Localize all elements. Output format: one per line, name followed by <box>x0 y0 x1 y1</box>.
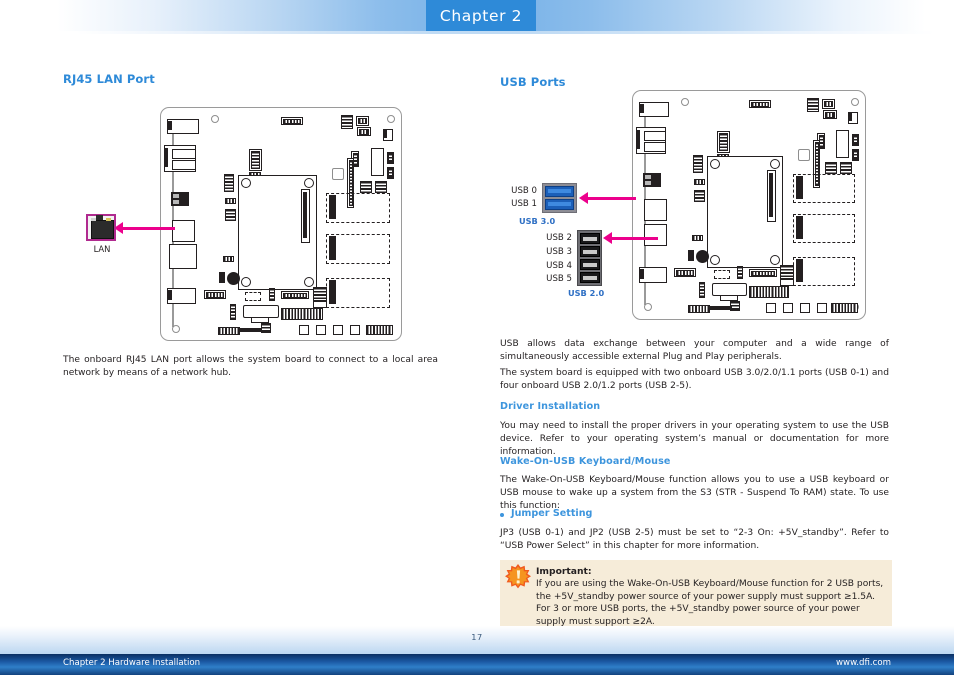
usb30-caption: USB 3.0 <box>519 216 556 226</box>
warning-starburst-icon <box>505 564 531 589</box>
usb1-label: USB 1 <box>511 199 537 209</box>
chapter-tab-label: Chapter 2 <box>439 6 523 25</box>
usb20-port-5 <box>579 271 600 283</box>
callout-arrow-usb20-line <box>612 237 658 240</box>
bullet-jumper-setting-label: Jumper Setting <box>511 508 593 519</box>
subheading-wake-on-usb: Wake-On-USB Keyboard/Mouse <box>500 456 671 467</box>
usb-paragraph-1: USB allows data exchange between your co… <box>500 339 889 362</box>
usb30-port-1 <box>545 199 574 210</box>
usb3-label: USB 3 <box>546 247 572 257</box>
usb5-label: USB 5 <box>546 274 572 284</box>
board-usb20-stack <box>644 199 667 221</box>
rj45-connector-label: LAN <box>93 244 111 254</box>
board-usb20-stack-2 <box>644 224 667 246</box>
bullet-dot-icon <box>500 513 504 517</box>
usb0-label: USB 0 <box>511 186 537 196</box>
rj45-connector-callout: LAN <box>86 214 118 254</box>
callout-arrow-lan-line <box>123 227 175 230</box>
motherboard-diagram-right <box>632 90 866 320</box>
usb20-port-4 <box>579 258 600 270</box>
rj45-description-paragraph: The onboard RJ45 LAN port allows the sys… <box>63 355 438 378</box>
subheading-driver-installation: Driver Installation <box>500 401 601 412</box>
left-column: RJ45 LAN Port <box>63 72 463 86</box>
important-callout-text: If you are using the Wake-On-USB Keyboar… <box>536 579 884 628</box>
driver-installation-paragraph: You may need to install the proper drive… <box>500 421 889 457</box>
section-heading-usb: USB Ports <box>500 75 566 89</box>
usb20-port-3 <box>579 245 600 257</box>
wake-on-usb-paragraph: The Wake-On-USB Keyboard/Mouse function … <box>500 475 889 511</box>
usb20-connector-icon <box>577 230 602 286</box>
callout-arrow-usb30-head <box>579 192 588 204</box>
jumper-setting-paragraph: JP3 (USB 0-1) and JP2 (USB 2-5) must be … <box>500 528 889 551</box>
usb20-port-2 <box>579 232 600 244</box>
usb20-caption: USB 2.0 <box>568 288 605 298</box>
usb2-label: USB 2 <box>546 233 572 243</box>
rj45-jack-cavity <box>91 220 114 239</box>
board-rj45-port <box>172 220 195 242</box>
callout-arrow-usb30-line <box>588 197 636 200</box>
rj45-jack-icon <box>86 214 116 241</box>
document-page: Chapter 2 RJ45 LAN Port LAN The onboard … <box>0 0 954 675</box>
footer-website-link[interactable]: www.dfi.com <box>836 658 891 668</box>
motherboard-diagram-left <box>160 107 402 341</box>
usb30-connector-icon <box>542 183 577 213</box>
footer-chapter-label: Chapter 2 Hardware Installation <box>63 658 201 668</box>
rj45-led-right <box>106 218 111 221</box>
usb-paragraph-2: The system board is equipped with two on… <box>500 368 889 391</box>
usb4-label: USB 4 <box>546 261 572 271</box>
rj45-led-left <box>91 218 96 221</box>
bullet-jumper-setting: Jumper Setting <box>500 508 592 519</box>
chapter-tab: Chapter 2 <box>426 0 536 31</box>
section-heading-rj45: RJ45 LAN Port <box>63 72 155 86</box>
important-callout-title: Important: <box>536 566 592 577</box>
usb30-port-0 <box>545 186 574 197</box>
page-number: 17 <box>471 632 483 642</box>
callout-arrow-usb20-head <box>603 232 612 244</box>
page-header-underline <box>0 31 954 34</box>
